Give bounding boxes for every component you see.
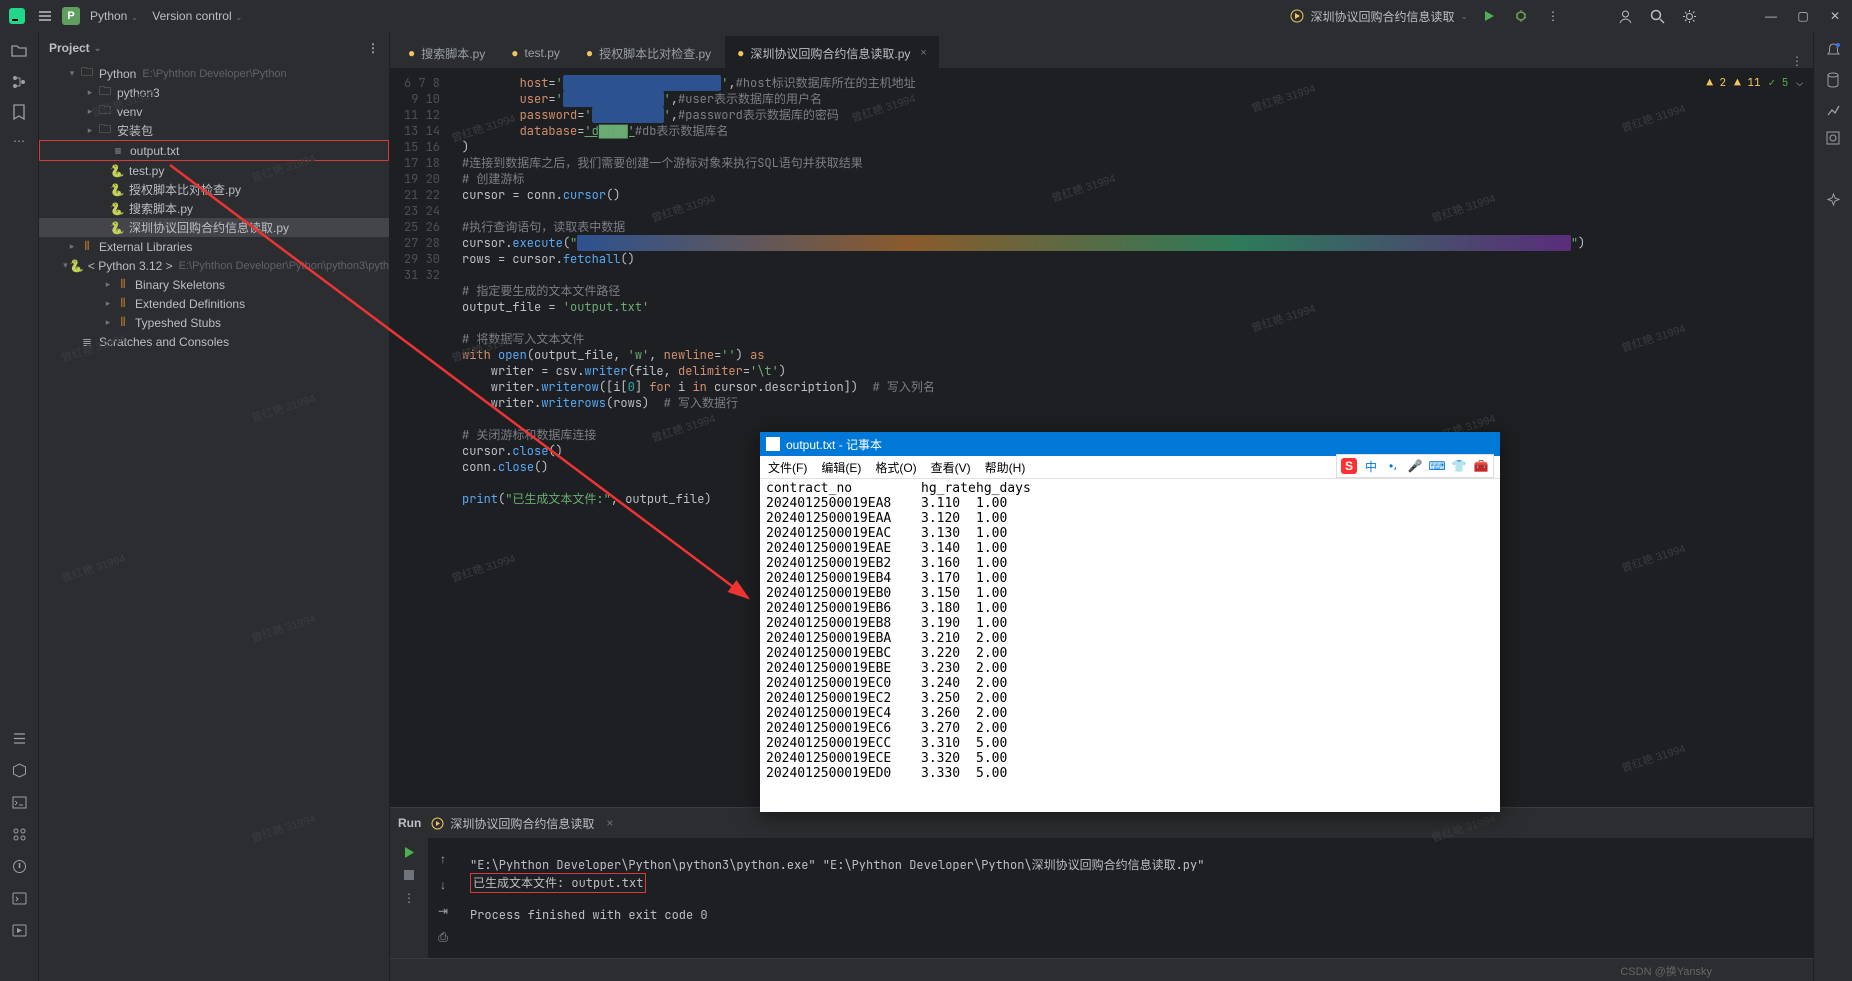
notepad-menu-item[interactable]: 格式(O) [875, 459, 916, 476]
python-packages-icon[interactable] [12, 763, 27, 781]
tree-item[interactable]: ▾🐍< Python 3.12 >E:\Pyhthon Developer\Py… [39, 256, 389, 275]
scroll-down-icon[interactable]: ↓ [440, 878, 446, 892]
scroll-up-icon[interactable]: ↑ [440, 852, 446, 866]
tree-item[interactable]: ▸⫴Typeshed Stubs [39, 313, 389, 332]
vcs-dropdown[interactable]: Version control ⌄ [148, 9, 246, 23]
notifications-icon[interactable] [1826, 42, 1841, 58]
project-icon: P [62, 7, 80, 25]
notepad-content[interactable]: contract_nohg_ratehg_days2024012500019EA… [760, 479, 1500, 812]
terminal-tool-icon[interactable] [12, 891, 27, 909]
ime-toolbar[interactable]: S 中 •، 🎤 ⌨ 👕 🧰 [1336, 454, 1494, 478]
tree-item[interactable]: 🐍授权脚本比对检查.py [39, 180, 389, 199]
todo-tool-icon[interactable] [12, 731, 27, 749]
minimize-icon[interactable]: — [1760, 5, 1782, 27]
tree-item[interactable]: 🐍搜索脚本.py [39, 199, 389, 218]
notepad-icon [766, 437, 780, 451]
project-tree[interactable]: ▾🗀PythonE:\Pyhthon Developer\Python▸🗀pyt… [39, 64, 389, 981]
main-menu-icon[interactable] [34, 5, 56, 27]
debug-button[interactable] [1510, 5, 1532, 27]
ai-assistant-icon[interactable] [1826, 193, 1841, 208]
tree-item[interactable]: ▸⫴Binary Skeletons [39, 275, 389, 294]
status-bar [390, 958, 1813, 981]
rerun-button[interactable] [403, 846, 416, 859]
soft-wrap-icon[interactable]: ⇥ [438, 904, 448, 918]
notepad-menu-item[interactable]: 编辑(E) [821, 459, 861, 476]
editor-tab[interactable]: ●深圳协议回购合约信息读取.py× [725, 36, 939, 68]
more-actions-icon[interactable]: ⋮ [1542, 5, 1564, 27]
plots-tool-icon[interactable] [1826, 131, 1840, 145]
project-name-dropdown[interactable]: Python ⌄ [86, 9, 142, 23]
editor-gutter: 6 7 8 9 10 11 12 13 14 15 16 17 18 19 20… [390, 69, 456, 807]
ime-keyboard-icon[interactable]: ⌨ [1429, 458, 1445, 474]
structure-tool-icon[interactable] [11, 74, 27, 90]
settings-icon[interactable] [1678, 5, 1700, 27]
tree-item[interactable]: ≣Scratches and Consoles [39, 332, 389, 351]
search-icon[interactable] [1646, 5, 1668, 27]
run-tool-icon[interactable] [12, 923, 27, 941]
maximize-icon[interactable]: ▢ [1792, 5, 1814, 27]
run-tab[interactable]: 深圳协议回购合约信息读取× [431, 815, 613, 832]
print-icon[interactable]: ⎙ [438, 930, 448, 945]
editor-tab[interactable]: ●搜索脚本.py [396, 38, 497, 68]
notepad-window[interactable]: output.txt - 记事本 文件(F) 编辑(E) 格式(O) 查看(V) 帮助(… [760, 432, 1500, 812]
ime-skin-icon[interactable]: 👕 [1451, 458, 1467, 474]
bookmarks-tool-icon[interactable] [12, 104, 26, 120]
run-button[interactable] [1478, 5, 1500, 27]
more-tool-icon[interactable]: ⋯ [13, 134, 25, 148]
python-console-icon[interactable] [12, 795, 27, 813]
run-console[interactable]: "E:\Pyhthon Developer\Python\python3\pyt… [458, 838, 1813, 958]
tabs-more-icon[interactable]: ⋮ [1781, 54, 1813, 68]
services-tool-icon[interactable] [12, 827, 27, 845]
stop-button[interactable] [403, 869, 415, 881]
csdn-watermark: CSDN @换Yansky [1620, 963, 1712, 979]
tree-item[interactable]: ▸🗀python3 [39, 83, 389, 102]
tree-item[interactable]: ≡output.txt [39, 140, 389, 161]
notepad-menu-item[interactable]: 文件(F) [768, 459, 807, 476]
tree-item[interactable]: ▸🗀venv [39, 102, 389, 121]
run-more-icon[interactable]: ⋮ [403, 891, 415, 905]
tree-item[interactable]: ▸⫴External Libraries [39, 237, 389, 256]
editor-tab[interactable]: ●授权脚本比对检查.py [574, 38, 723, 68]
sciview-tool-icon[interactable] [1826, 102, 1841, 117]
editor-tabs[interactable]: ●搜索脚本.py●test.py●授权脚本比对检查.py●深圳协议回购合约信息读… [390, 32, 1813, 69]
notepad-titlebar[interactable]: output.txt - 记事本 [760, 432, 1500, 456]
tree-item[interactable]: 🐍深圳协议回购合约信息读取.py [39, 218, 389, 237]
project-more-icon[interactable]: ⋮ [367, 41, 379, 55]
ide-logo-icon[interactable] [6, 5, 28, 27]
editor-tab[interactable]: ●test.py [499, 38, 572, 68]
close-window-icon[interactable]: ✕ [1824, 5, 1846, 27]
project-tool-icon[interactable] [10, 42, 28, 60]
ime-tool-icon[interactable]: 🧰 [1473, 458, 1489, 474]
tree-item[interactable]: ▸🗀安装包 [39, 121, 389, 140]
database-tool-icon[interactable] [1826, 72, 1840, 88]
sogou-icon[interactable]: S [1341, 458, 1357, 474]
problems-tool-icon[interactable] [12, 859, 27, 877]
tree-item[interactable]: ▾🗀PythonE:\Pyhthon Developer\Python [39, 64, 389, 83]
project-panel-header: Project⌄ ⋮ [39, 32, 389, 64]
run-tool-title: Run [398, 816, 421, 830]
inspection-indicator[interactable]: ▲ 2 ▲ 11 ✓ 5 ⌄ [1706, 75, 1803, 91]
tree-item[interactable]: ▸⫴Extended Definitions [39, 294, 389, 313]
tree-item[interactable]: 🐍test.py [39, 161, 389, 180]
account-icon[interactable] [1614, 5, 1636, 27]
ime-mic-icon[interactable]: 🎤 [1407, 458, 1423, 474]
ime-lang-icon[interactable]: 中 [1363, 458, 1379, 474]
ime-punct-icon[interactable]: •، [1385, 458, 1401, 474]
notepad-menu-item[interactable]: 查看(V) [931, 459, 971, 476]
notepad-menu-item[interactable]: 帮助(H) [985, 459, 1026, 476]
run-config-selector[interactable]: 深圳协议回购合约信息读取 ⌄ [1290, 8, 1468, 25]
